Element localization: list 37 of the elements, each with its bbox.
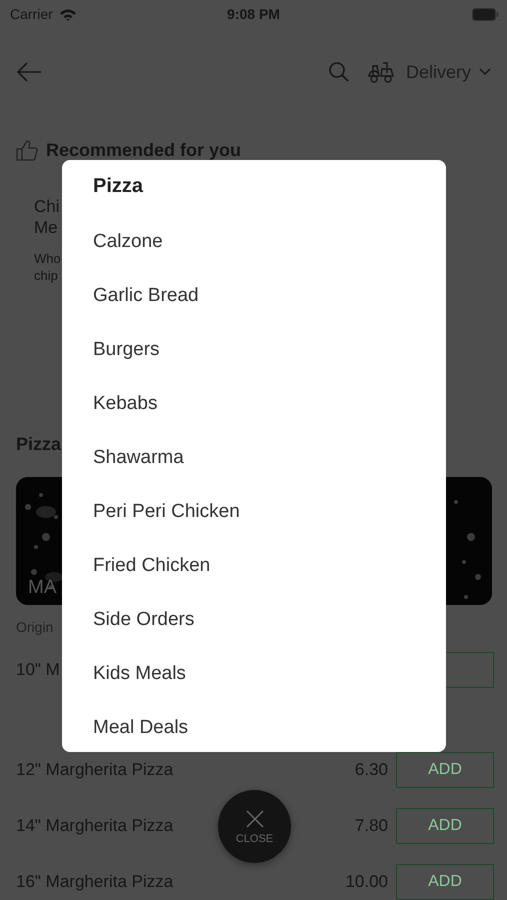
category-item[interactable]: Calzone [93,230,163,254]
item-name: Chi [34,196,60,217]
back-button[interactable] [16,62,42,82]
battery-icon [472,8,499,20]
section-title: Pizza [16,433,62,456]
banner-caption: MA [28,577,56,599]
item-name: Me [34,217,58,238]
category-item[interactable]: Shawarma [93,446,184,470]
category-item[interactable]: Kids Meals [93,662,186,686]
scooter-icon[interactable] [366,61,394,83]
chevron-down-icon[interactable] [479,68,491,76]
search-icon[interactable] [328,61,350,83]
sheet-title: Pizza [93,174,144,198]
thumbs-up-icon [16,139,38,161]
item-name: 14" Margherita Pizza [16,816,174,835]
add-button[interactable]: ADD [396,864,494,900]
category-item[interactable]: Kebabs [93,392,158,416]
item-price: 7.80 [354,816,388,836]
category-item[interactable]: Peri Peri Chicken [93,500,240,524]
close-icon [244,808,264,828]
category-item[interactable]: Garlic Bread [93,284,199,308]
category-item[interactable]: Fried Chicken [93,554,210,578]
item-price: 6.30 [354,760,388,780]
item-name: 12" Margherita Pizza [16,760,174,779]
item-name: 16" Margherita Pizza [16,872,174,891]
wifi-icon [58,8,77,20]
category-item[interactable]: Burgers [93,338,160,362]
add-button[interactable]: ADD [396,752,494,788]
status-time: 9:08 PM [226,6,281,22]
add-button[interactable]: ADD [396,808,494,844]
carrier-label: Carrier [10,6,53,22]
item-description: chip [34,267,58,284]
category-item[interactable]: Meal Deals [93,716,188,740]
category-item[interactable]: Side Orders [93,608,194,632]
item-price: 10.00 [345,872,388,892]
item-description: Who [34,250,61,267]
section-title: Recommended for you [46,140,242,160]
